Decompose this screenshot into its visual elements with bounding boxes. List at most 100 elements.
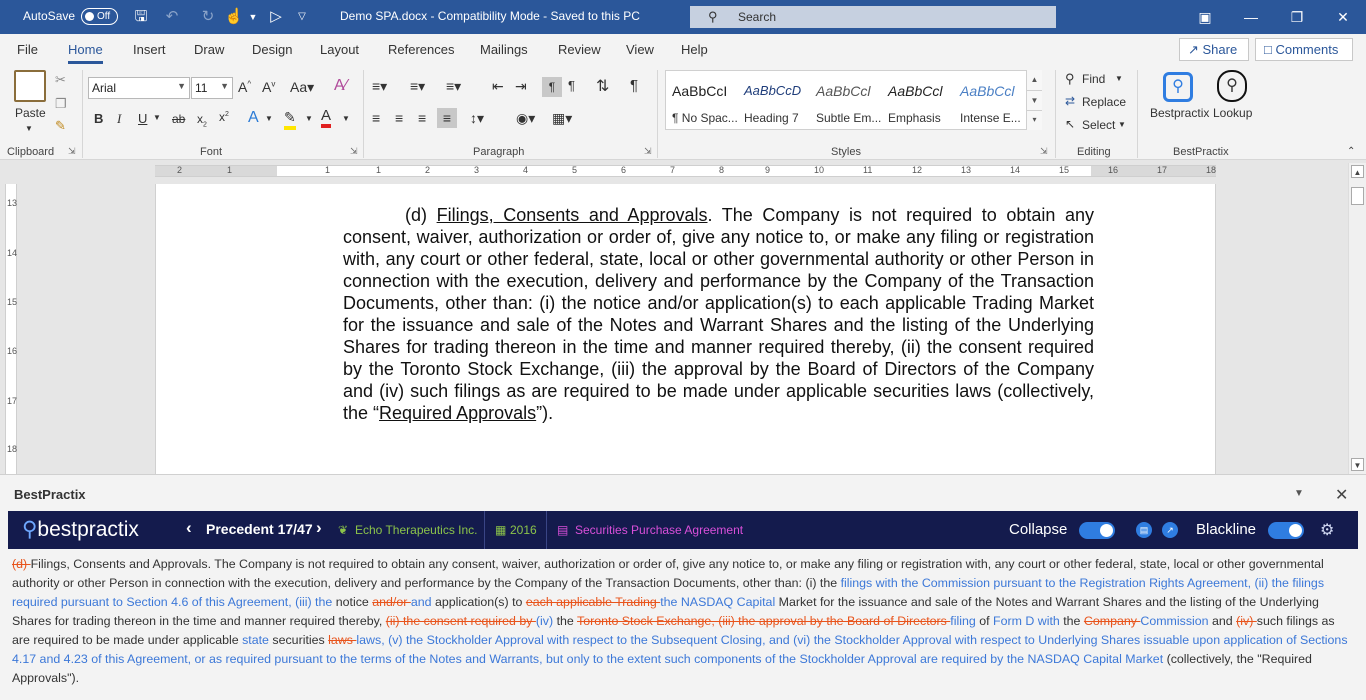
autosave-toggle[interactable]: Off (81, 8, 118, 25)
change-case-icon[interactable]: Aa▾ (290, 79, 314, 96)
scroll-thumb[interactable] (1351, 187, 1364, 205)
underline-icon[interactable]: U (138, 111, 147, 126)
scroll-down-icon[interactable]: ▼ (1351, 458, 1364, 471)
strikethrough-icon[interactable]: ab (172, 112, 185, 126)
shading-icon[interactable]: ◉▾ (516, 110, 535, 127)
redo-icon[interactable]: ↻ (198, 7, 218, 27)
collapse-ribbon-icon[interactable]: ⌃ (1347, 146, 1355, 157)
tab-insert[interactable]: Insert (133, 42, 166, 57)
open-external-icon[interactable]: ↗ (1162, 522, 1178, 538)
next-precedent-icon[interactable]: › (316, 518, 322, 538)
decrease-indent-icon[interactable]: ⇤ (492, 78, 504, 95)
numbering-icon[interactable]: ≡▾ (410, 78, 425, 95)
bold-icon[interactable]: B (94, 111, 103, 126)
settings-gear-icon[interactable]: ⚙ (1320, 520, 1334, 540)
copy-icon[interactable]: ❐ (55, 96, 67, 112)
tab-mailings[interactable]: Mailings (480, 42, 528, 57)
ltr-icon[interactable]: ¶ (542, 77, 562, 97)
save-icon[interactable]: 🖫 (131, 7, 151, 27)
document-paragraph[interactable]: (d) Filings, Consents and Approvals. The… (343, 204, 1094, 424)
lookup-button[interactable]: Lookup (1213, 106, 1252, 120)
sort-icon[interactable]: ⇅ (596, 76, 609, 96)
pane-close-icon[interactable]: ✕ (1335, 485, 1348, 505)
styles-scroll[interactable]: ▲ ▼ ▾ (1026, 70, 1042, 130)
font-name-select[interactable]: Arial ▼ (88, 77, 190, 99)
chevron-down-icon[interactable]: ▼ (1115, 74, 1123, 83)
company-name[interactable]: Echo Therapeutics Inc. (355, 523, 478, 537)
document-page[interactable]: (d) Filings, Consents and Approvals. The… (155, 184, 1216, 474)
justify-icon[interactable]: ≡ (437, 108, 457, 128)
paste-icon[interactable] (14, 70, 46, 102)
tab-design[interactable]: Design (252, 42, 292, 57)
bestpractix-button[interactable]: Bestpractix (1150, 106, 1209, 120)
find-button[interactable]: Find (1082, 72, 1105, 86)
style-no-spacing[interactable]: AaBbCcI ¶ No Spac... (666, 71, 738, 129)
vertical-ruler[interactable]: 13 14 15 16 17 18 (5, 184, 17, 474)
pane-options-icon[interactable]: ▼ (1294, 488, 1304, 499)
minimize-icon[interactable]: — (1241, 7, 1261, 27)
touch-mode-icon[interactable]: ☝ (224, 7, 244, 27)
find-icon[interactable]: ⚲ (1065, 71, 1075, 87)
italic-icon[interactable]: I (117, 111, 121, 127)
close-icon[interactable]: ✕ (1333, 7, 1353, 27)
blackline-comparison[interactable]: (d) Filings, Consents and Approvals. The… (12, 555, 1354, 688)
tab-review[interactable]: Review (558, 42, 601, 57)
dialog-launcher-icon[interactable]: ⇲ (350, 146, 358, 157)
tab-help[interactable]: Help (681, 42, 708, 57)
chevron-down-icon[interactable]: ▼ (25, 124, 33, 133)
align-center-icon[interactable]: ≡ (395, 110, 403, 126)
shrink-font-icon[interactable]: Av (262, 79, 275, 95)
style-heading-7[interactable]: AaBbCcD Heading 7 (738, 71, 810, 129)
replace-button[interactable]: Replace (1082, 95, 1126, 109)
style-subtle-emphasis[interactable]: AaBbCcl Subtle Em... (810, 71, 882, 129)
select-icon[interactable]: ↖ (1065, 117, 1075, 131)
tab-layout[interactable]: Layout (320, 42, 359, 57)
replace-icon[interactable]: ⇄ (1065, 94, 1075, 108)
show-marks-icon[interactable]: ¶ (630, 77, 638, 94)
agreement-type[interactable]: Securities Purchase Agreement (575, 523, 743, 537)
increase-indent-icon[interactable]: ⇥ (515, 78, 527, 95)
rtl-icon[interactable]: ¶ (568, 78, 575, 93)
undo-icon[interactable]: ↶ (162, 7, 182, 27)
customize-qat-icon[interactable]: ▽ (292, 7, 312, 27)
read-aloud-icon[interactable]: ▷ (266, 7, 286, 27)
chevron-up-icon[interactable]: ▲ (1027, 70, 1042, 90)
blackline-toggle[interactable] (1268, 522, 1304, 539)
ribbon-display-icon[interactable]: ▣ (1195, 7, 1215, 27)
clear-formatting-icon[interactable]: A⁄ (334, 77, 347, 95)
tab-file[interactable]: File (17, 42, 38, 57)
superscript-icon[interactable]: x2 (219, 110, 229, 124)
horizontal-ruler[interactable]: 2 1 1 1 2 3 4 5 6 7 8 9 10 11 12 13 14 1… (155, 165, 1216, 177)
bullets-icon[interactable]: ≡▾ (372, 78, 387, 95)
chevron-down-icon[interactable]: ▼ (243, 7, 263, 27)
format-painter-icon[interactable]: ✎ (55, 118, 66, 134)
chevron-down-icon[interactable]: ▼ (1027, 90, 1042, 110)
bestpractix-icon[interactable]: ⚲ (1163, 72, 1193, 102)
restore-icon[interactable]: ❐ (1287, 7, 1307, 27)
select-button[interactable]: Select (1082, 118, 1115, 132)
text-effects-icon[interactable]: A (248, 109, 259, 127)
font-color-icon[interactable]: A (321, 108, 332, 128)
multilevel-list-icon[interactable]: ≡▾ (446, 78, 461, 95)
document-scrollbar[interactable]: ▲ ▼ (1348, 163, 1366, 474)
chevron-down-icon[interactable]: ▼ (153, 113, 161, 122)
grow-font-icon[interactable]: A^ (238, 79, 251, 95)
lookup-icon[interactable]: ⚲ (1217, 70, 1247, 102)
paste-label[interactable]: Paste (15, 106, 46, 120)
dialog-launcher-icon[interactable]: ⇲ (68, 146, 76, 157)
search-box[interactable]: ⚲ Search (690, 6, 1056, 28)
cut-icon[interactable]: ✂ (55, 72, 66, 88)
dialog-launcher-icon[interactable]: ⇲ (1040, 146, 1048, 157)
style-intense-emphasis[interactable]: AaBbCcl Intense E... (954, 71, 1026, 129)
line-spacing-icon[interactable]: ↕▾ (470, 110, 484, 127)
tab-references[interactable]: References (388, 42, 454, 57)
previous-precedent-icon[interactable]: ‹ (186, 518, 192, 538)
chevron-down-icon[interactable]: ▼ (265, 114, 273, 123)
align-left-icon[interactable]: ≡ (372, 110, 380, 126)
dialog-launcher-icon[interactable]: ⇲ (644, 146, 652, 157)
tab-draw[interactable]: Draw (194, 42, 224, 57)
share-button[interactable]: ↗ Share (1179, 38, 1249, 61)
style-emphasis[interactable]: AaBbCcl Emphasis (882, 71, 954, 129)
tab-home[interactable]: Home (68, 42, 103, 64)
scroll-up-icon[interactable]: ▲ (1351, 165, 1364, 178)
